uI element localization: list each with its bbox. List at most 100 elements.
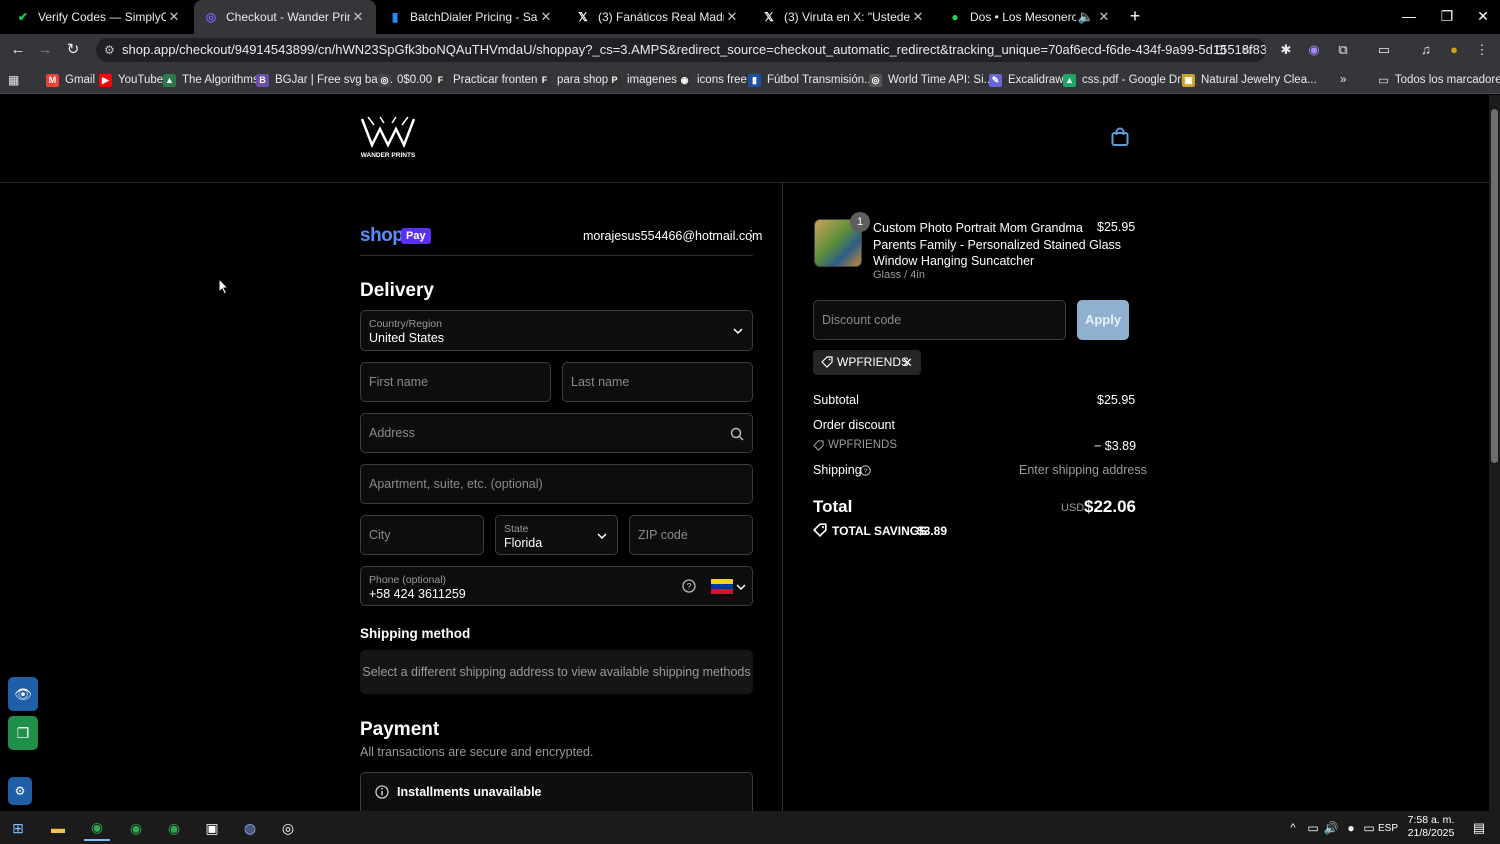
restore-button[interactable]: ❐ bbox=[1428, 0, 1466, 32]
zip-code-field[interactable]: ZIP code bbox=[629, 515, 753, 555]
bookmark-bgjar[interactable]: B BGJar | Free svg bac... bbox=[256, 71, 393, 89]
menu-icon[interactable]: ⋮ bbox=[1473, 41, 1491, 59]
eye-extension-button[interactable]: 👁 bbox=[8, 677, 38, 711]
bookmark-practicar-frontend[interactable]: F Practicar frontend bbox=[434, 71, 544, 89]
close-window-button[interactable]: ✕ bbox=[1464, 0, 1500, 32]
file-explorer-icon[interactable]: ▬ bbox=[45, 815, 71, 841]
search-icon[interactable] bbox=[730, 427, 744, 441]
simplycodes-icon: ✔ bbox=[17, 10, 29, 24]
chrome-alt-taskbar-icon[interactable]: ◉ bbox=[161, 815, 187, 841]
bookmark-gmail[interactable]: M Gmail bbox=[46, 71, 95, 89]
bookmark-imagenes[interactable]: Pimagenes bbox=[608, 71, 677, 89]
all-bookmarks[interactable]: ▭ Todos los marcadores bbox=[1378, 71, 1500, 89]
pay-badge: Pay bbox=[401, 228, 431, 244]
first-name-field[interactable]: First name bbox=[360, 362, 551, 402]
batchdialer-icon: ▮ bbox=[391, 10, 399, 24]
new-tab-button[interactable]: + bbox=[1118, 0, 1152, 32]
tab-x-realmadrid[interactable]: 𝕏 (3) Fanáticos Real Madrid en X: ✕ bbox=[566, 0, 750, 34]
world-time-icon: ◎ bbox=[869, 73, 882, 87]
bookmark-icons-free[interactable]: ◉ icons free bbox=[678, 71, 747, 89]
translate-icon[interactable]: ⊡ bbox=[1212, 41, 1230, 59]
tag-icon bbox=[813, 440, 824, 451]
phone-field[interactable]: Phone (optional) +58 424 3611259 ? bbox=[360, 566, 753, 606]
tab-simplycodes[interactable]: ✔ Verify Codes — SimplyCodes ✕ bbox=[6, 0, 192, 34]
bookmark-0-dollars[interactable]: ◎ 0$0.00 bbox=[378, 71, 432, 89]
discount-code-field[interactable]: Discount code bbox=[813, 300, 1066, 340]
help-icon[interactable]: ? bbox=[682, 579, 696, 593]
bookmark-futbol[interactable]: ▮ Fútbol Transmisión... bbox=[748, 71, 874, 89]
folder-icon: ▭ bbox=[1378, 75, 1389, 87]
bookmark-world-time[interactable]: ◎ World Time API: Si... bbox=[869, 71, 993, 89]
venezuela-flag-icon[interactable] bbox=[711, 579, 733, 594]
address-bar[interactable]: ⚙ shop.app/checkout/94914543899/cn/hWN23… bbox=[96, 38, 1266, 62]
media-control-icon[interactable]: ♫ bbox=[1417, 41, 1435, 59]
site-info-icon[interactable]: ⚙ bbox=[104, 38, 115, 62]
help-icon[interactable]: ? bbox=[860, 465, 871, 476]
remove-discount-icon[interactable]: ✕ bbox=[902, 350, 913, 375]
apply-button[interactable]: Apply bbox=[1077, 300, 1129, 340]
avatar[interactable]: ● bbox=[1445, 41, 1463, 59]
close-tab-icon[interactable]: ✕ bbox=[1096, 9, 1112, 25]
discord-taskbar-icon[interactable]: ◍ bbox=[237, 815, 263, 841]
last-name-field[interactable]: Last name bbox=[562, 362, 753, 402]
bookmark-star-icon[interactable]: ☆ bbox=[1238, 41, 1256, 59]
back-button[interactable]: ← bbox=[8, 40, 28, 60]
frontend-icon: F bbox=[434, 73, 447, 87]
close-tab-icon[interactable]: ✕ bbox=[166, 9, 182, 25]
speaker-icon[interactable]: 🔈 bbox=[1076, 9, 1096, 25]
settings-extension-button[interactable]: ⚙ bbox=[8, 777, 32, 805]
savings-tag-icon bbox=[813, 523, 827, 537]
close-tab-icon[interactable]: ✕ bbox=[724, 9, 740, 25]
shopping-bag-icon[interactable] bbox=[1110, 127, 1130, 147]
tab-spotify[interactable]: ● Dos • Los Mesoneros 🔈 ✕ bbox=[938, 0, 1122, 34]
tab-x-viruta[interactable]: 𝕏 (3) Viruta en X: "Ustedes realme ✕ bbox=[752, 0, 936, 34]
applied-discount-chip: WPFRIENDS ✕ bbox=[813, 350, 921, 375]
apps-icon[interactable]: ▦ bbox=[8, 71, 19, 89]
reload-button[interactable]: ↻ bbox=[63, 40, 83, 60]
github-taskbar-icon[interactable]: ◎ bbox=[275, 815, 301, 841]
bookmark-algorithms[interactable]: ▲ The Algorithms bbox=[163, 71, 259, 89]
tab-search-icon[interactable]: ▭ bbox=[1375, 41, 1393, 59]
extension-purple-icon[interactable]: ◉ bbox=[1305, 41, 1323, 59]
city-field[interactable]: City bbox=[360, 515, 484, 555]
tab-batchdialer[interactable]: ▮ BatchDialer Pricing - Sales Team ✕ bbox=[378, 0, 564, 34]
scrollbar-thumb[interactable] bbox=[1491, 109, 1498, 463]
info-icon bbox=[375, 785, 389, 799]
notifications-icon[interactable]: ▤ bbox=[1466, 815, 1492, 841]
bookmark-youtube[interactable]: ▶ YouTube bbox=[99, 71, 163, 89]
close-tab-icon[interactable]: ✕ bbox=[350, 9, 366, 25]
extension-icon[interactable]: ✱ bbox=[1277, 41, 1295, 59]
country-select[interactable]: Country/Region United States bbox=[360, 310, 753, 351]
bookmark-css-pdf[interactable]: ▲ css.pdf - Google Dri... bbox=[1063, 71, 1193, 89]
shipping-label: Shipping bbox=[813, 463, 862, 477]
apartment-field[interactable]: Apartment, suite, etc. (optional) bbox=[360, 464, 753, 504]
minimize-button[interactable]: — bbox=[1390, 0, 1428, 32]
tab-checkout[interactable]: ◎ Checkout - Wander Prints ✕ bbox=[194, 0, 376, 34]
tab-strip: ✔ Verify Codes — SimplyCodes ✕ ◎ Checkou… bbox=[0, 0, 1500, 34]
forward-button[interactable]: → bbox=[35, 40, 55, 60]
chrome-taskbar-icon[interactable]: ◉ bbox=[84, 815, 110, 841]
copy-extension-button[interactable]: ❐ bbox=[8, 716, 38, 750]
windows-start-icon[interactable]: ⊞ bbox=[5, 815, 31, 841]
close-tab-icon[interactable]: ✕ bbox=[910, 9, 926, 25]
chevron-down-icon bbox=[733, 328, 743, 335]
shipping-method-notice: Select a different shipping address to v… bbox=[360, 650, 753, 694]
separator bbox=[360, 255, 753, 256]
address-field[interactable]: Address bbox=[360, 413, 753, 453]
product-variant: Glass / 4in bbox=[873, 269, 925, 281]
bookmark-para-shop[interactable]: Fpara shop bbox=[538, 71, 608, 89]
bookmark-natural-jewelry[interactable]: ▣ Natural Jewelry Clea... bbox=[1182, 71, 1317, 89]
extensions-puzzle-icon[interactable]: ⧉ bbox=[1334, 41, 1352, 59]
close-tab-icon[interactable]: ✕ bbox=[538, 9, 554, 25]
account-menu-icon[interactable]: ⋮ bbox=[744, 227, 758, 244]
wander-prints-logo[interactable]: WANDER PRINTS bbox=[360, 115, 416, 161]
more-bookmarks-icon[interactable]: » bbox=[1340, 71, 1346, 89]
taskbar-clock[interactable]: 7:58 a. m. 21/8/2025 bbox=[1398, 814, 1464, 840]
bookmark-excalidraw[interactable]: ✎ Excalidraw bbox=[989, 71, 1064, 89]
google-drive-icon: ▲ bbox=[1063, 73, 1076, 87]
page-scrollbar[interactable] bbox=[1489, 95, 1500, 811]
terminal-taskbar-icon[interactable]: ▣ bbox=[199, 815, 225, 841]
state-select[interactable]: State Florida bbox=[495, 515, 618, 555]
language-indicator[interactable]: ESP bbox=[1378, 815, 1398, 841]
chrome-profile-taskbar-icon[interactable]: ◉ bbox=[123, 815, 149, 841]
